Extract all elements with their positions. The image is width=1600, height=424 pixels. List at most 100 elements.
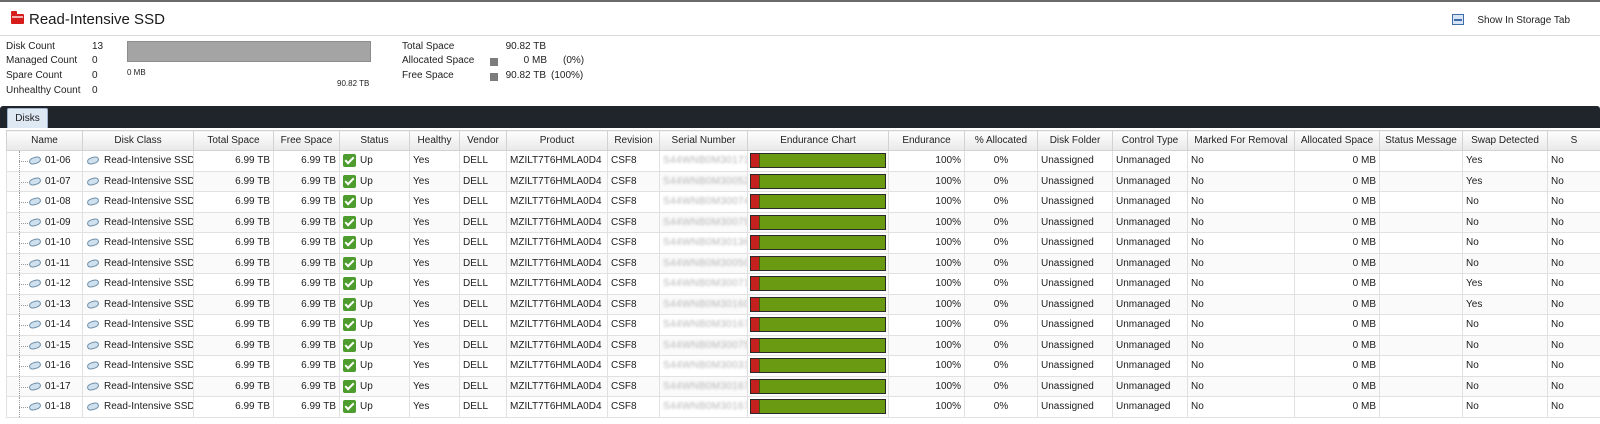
column-header-swap-detected[interactable]: Swap Detected: [1462, 130, 1548, 151]
cell-name[interactable]: 01-13: [6, 293, 83, 315]
table-row[interactable]: 01-06 Read-Intensive SSD 6.99 TB 6.99 TB Up…: [6, 150, 1600, 172]
column-header-status-message[interactable]: Status Message: [1379, 130, 1463, 151]
cell-product: MZILT7T6HMLA0D4: [506, 375, 608, 397]
cell-total-space: 6.99 TB: [193, 191, 274, 213]
cell-endurance-chart: [747, 375, 889, 397]
disk-icon: [28, 175, 42, 187]
table-row[interactable]: 01-08 Read-Intensive SSD 6.99 TB 6.99 TB Up…: [6, 191, 1600, 213]
tab-disks[interactable]: Disks: [7, 108, 48, 128]
cell-s: No: [1547, 191, 1600, 213]
cell-swap-detected: No: [1462, 375, 1548, 397]
column-header-free-space[interactable]: Free Space: [273, 130, 340, 151]
column-header-revision[interactable]: Revision: [607, 130, 660, 151]
cell-total-space: 6.99 TB: [193, 334, 274, 356]
cell-name[interactable]: 01-08: [6, 191, 83, 213]
cell-name[interactable]: 01-10: [6, 232, 83, 254]
column-header-total-space[interactable]: Total Space: [193, 130, 274, 151]
table-row[interactable]: 01-15 Read-Intensive SSD 6.99 TB 6.99 TB Up…: [6, 334, 1600, 356]
endurance-bar-worn: [751, 174, 759, 188]
column-header-marked-for-removal[interactable]: Marked For Removal: [1187, 130, 1295, 151]
endurance-bar-fill: [759, 318, 885, 332]
column-header-healthy[interactable]: Healthy: [409, 130, 460, 151]
cell-percent-allocated: 0%: [964, 273, 1038, 295]
table-row[interactable]: 01-18 Read-Intensive SSD 6.99 TB 6.99 TB Up…: [6, 396, 1600, 418]
endurance-bar-fill: [759, 379, 885, 393]
cell-name[interactable]: 01-14: [6, 314, 83, 336]
table-row[interactable]: 01-16 Read-Intensive SSD 6.99 TB 6.99 TB Up…: [6, 355, 1600, 377]
stat-label: Managed Count: [6, 55, 78, 66]
table-row[interactable]: 01-17 Read-Intensive SSD 6.99 TB 6.99 TB Up…: [6, 375, 1600, 397]
cell-name[interactable]: 01-18: [6, 396, 83, 418]
cell-status-message: [1379, 211, 1463, 233]
status-label: Up: [360, 339, 373, 351]
cell-name[interactable]: 01-09: [6, 211, 83, 233]
table-row[interactable]: 01-12 Read-Intensive SSD 6.99 TB 6.99 TB Up…: [6, 273, 1600, 295]
tree-line: [19, 366, 28, 367]
column-header-vendor[interactable]: Vendor: [459, 130, 507, 151]
cell-percent-allocated: 0%: [964, 375, 1038, 397]
table-row[interactable]: 01-07 Read-Intensive SSD 6.99 TB 6.99 TB Up…: [6, 170, 1600, 192]
disk-class-label: Read-Intensive SSD: [104, 278, 194, 290]
disks-table: Name Disk Class Total Space Free Space Statu…: [6, 130, 1600, 418]
cell-vendor: DELL: [459, 252, 507, 274]
cell-allocated-space: 0 MB: [1294, 211, 1380, 233]
table-row[interactable]: 01-09 Read-Intensive SSD 6.99 TB 6.99 TB Up…: [6, 211, 1600, 233]
column-header-endurance-chart[interactable]: Endurance Chart: [747, 130, 889, 151]
cell-name[interactable]: 01-12: [6, 273, 83, 295]
column-header-status[interactable]: Status: [339, 130, 410, 151]
endurance-bar-fill: [759, 215, 885, 229]
stat-unhealthy-count: Unhealthy Count 0: [6, 85, 126, 99]
cell-name[interactable]: 01-06: [6, 150, 83, 172]
cell-disk-class: Read-Intensive SSD: [82, 375, 194, 397]
show-in-storage-tab-link[interactable]: Show In Storage Tab: [1477, 15, 1570, 26]
column-header-product[interactable]: Product: [506, 130, 608, 151]
column-header-control-type[interactable]: Control Type: [1112, 130, 1188, 151]
disk-name: 01-13: [45, 298, 71, 310]
cell-free-space: 6.99 TB: [273, 375, 340, 397]
table-row[interactable]: 01-14 Read-Intensive SSD 6.99 TB 6.99 TB Up…: [6, 314, 1600, 336]
cell-name[interactable]: 01-15: [6, 334, 83, 356]
page-title: Read-Intensive SSD: [29, 11, 165, 28]
column-header-allocated-space[interactable]: Allocated Space: [1294, 130, 1380, 151]
cell-marked-for-removal: No: [1187, 355, 1295, 377]
serial-number: S44WNB0M300714: [663, 278, 748, 290]
cell-free-space: 6.99 TB: [273, 232, 340, 254]
cell-name[interactable]: 01-11: [6, 252, 83, 274]
storage-tab-icon[interactable]: [1452, 14, 1464, 25]
cell-status-message: [1379, 355, 1463, 377]
cell-revision: CSF8: [607, 355, 660, 377]
cell-name[interactable]: 01-07: [6, 170, 83, 192]
cell-endurance: 100%: [888, 150, 965, 172]
checkmark-icon: [343, 318, 356, 332]
endurance-bar-worn: [751, 297, 759, 311]
column-header-name[interactable]: Name: [6, 130, 83, 151]
column-header-endurance[interactable]: Endurance: [888, 130, 965, 151]
cell-disk-folder: Unassigned: [1037, 191, 1113, 213]
stat-value: 0: [92, 55, 98, 66]
endurance-bar-fill: [759, 236, 885, 250]
table-row[interactable]: 01-11 Read-Intensive SSD 6.99 TB 6.99 TB Up…: [6, 252, 1600, 274]
table-row[interactable]: 01-13 Read-Intensive SSD 6.99 TB 6.99 TB Up…: [6, 293, 1600, 315]
column-header-s[interactable]: S: [1547, 130, 1600, 151]
table-row[interactable]: 01-10 Read-Intensive SSD 6.99 TB 6.99 TB Up…: [6, 232, 1600, 254]
cell-marked-for-removal: No: [1187, 150, 1295, 172]
cell-endurance-chart: [747, 293, 889, 315]
serial-number: S44WNB0M301676: [663, 380, 748, 392]
cell-name[interactable]: 01-16: [6, 355, 83, 377]
cell-name[interactable]: 01-17: [6, 375, 83, 397]
cell-disk-folder: Unassigned: [1037, 314, 1113, 336]
cell-total-space: 6.99 TB: [193, 314, 274, 336]
endurance-bar: [750, 317, 886, 333]
disk-icon: [28, 278, 42, 289]
column-header-disk-class[interactable]: Disk Class: [82, 130, 194, 151]
column-header-serial-number[interactable]: Serial Number: [659, 130, 748, 151]
column-header-disk-folder[interactable]: Disk Folder: [1037, 130, 1113, 151]
cell-healthy: Yes: [409, 170, 460, 192]
cell-endurance-chart: [747, 191, 889, 213]
cell-control-type: Unmanaged: [1112, 191, 1188, 213]
column-header-allocated[interactable]: % Allocated: [964, 130, 1038, 151]
cell-healthy: Yes: [409, 314, 460, 336]
disk-icon: [86, 175, 100, 187]
cell-healthy: Yes: [409, 191, 460, 213]
cell-status-message: [1379, 396, 1463, 418]
